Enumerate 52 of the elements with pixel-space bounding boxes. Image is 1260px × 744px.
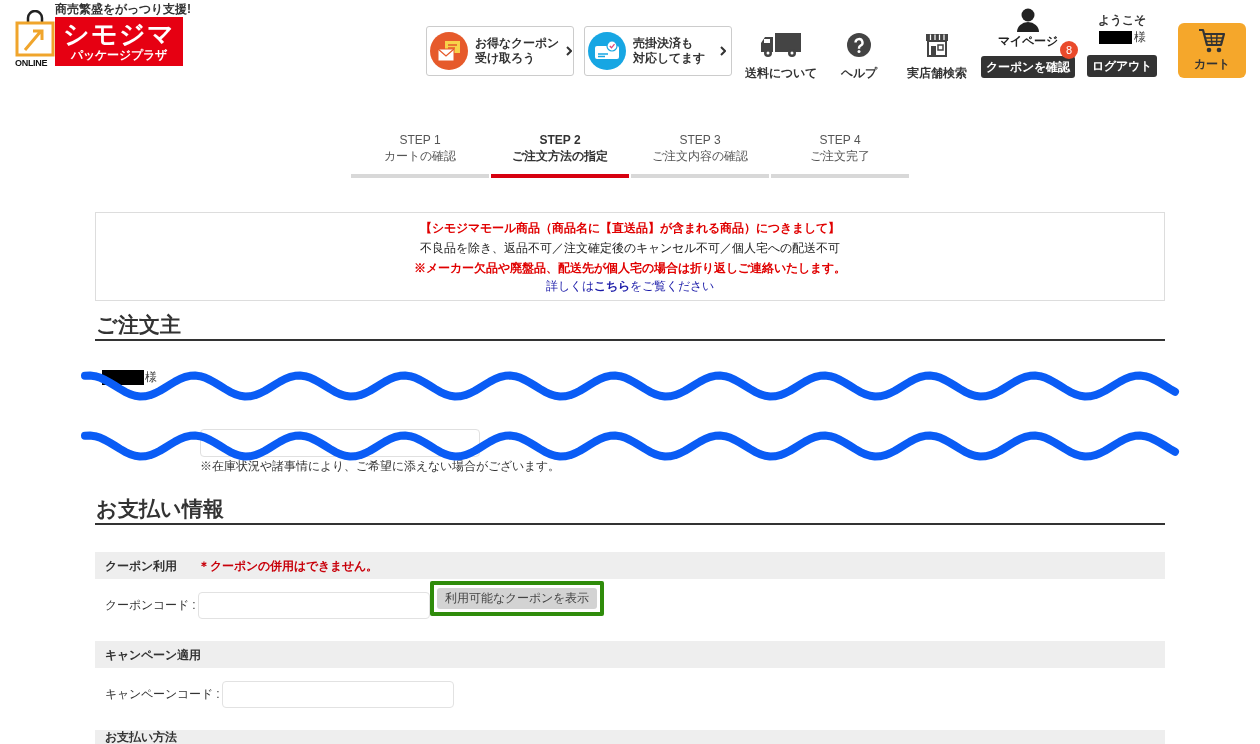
step-number: STEP 2: [539, 132, 581, 148]
show-coupons-button[interactable]: 利用可能なクーポンを表示: [436, 588, 597, 609]
field-label: クーポンコード :: [105, 597, 196, 614]
step-label: ご注文方法の指定: [512, 148, 608, 164]
tagline-text: 商売繁盛をがっつり支援!: [55, 2, 191, 16]
note-text: ※在庫状況や諸事情により、ご希望に添えない場合がございます。: [200, 459, 561, 473]
step-number: STEP 1: [399, 132, 441, 148]
cart-icon: [1198, 28, 1226, 54]
card-terminal-icon: [588, 32, 626, 70]
logo-banner[interactable]: シモジマ パッケージプラザ: [55, 17, 183, 66]
section-heading: お支払い情報: [95, 495, 1165, 525]
code-input-field[interactable]: [221, 681, 454, 708]
truck-icon: [761, 33, 801, 57]
notice-title: 【シモジマモール商品（商品名に【直送品】が含まれる商品）につきまして】: [420, 220, 840, 237]
section-title: お支払い方法: [105, 730, 177, 744]
promo-banner[interactable]: 売掛決済も 対応してます: [584, 26, 732, 76]
step-number: STEP 4: [819, 132, 861, 148]
coupon-check-button[interactable]: クーポンを確認: [981, 56, 1075, 78]
logo-text: ONLINE: [15, 58, 48, 68]
honorific-text: 様: [145, 369, 157, 385]
mypage-link[interactable]: マイページ: [998, 8, 1058, 48]
section-title: クーポン利用: [105, 558, 177, 573]
step-label: ご注文内容の確認: [652, 148, 748, 164]
storefront-icon: [925, 33, 949, 57]
chevron-right-icon: [720, 46, 726, 56]
shopping-bag-icon: [15, 10, 55, 57]
nav-link[interactable]: ヘルプ: [822, 33, 896, 80]
greeting-text: ようこそ: [1098, 13, 1146, 27]
envelope-coupon-icon: [430, 32, 468, 70]
cart-button[interactable]: カート: [1178, 23, 1246, 78]
logout-button[interactable]: ログアウト: [1087, 55, 1157, 77]
code-input-field[interactable]: [197, 592, 430, 619]
person-icon: [1016, 8, 1040, 32]
details-link[interactable]: 詳しくはこちらをご覧ください: [546, 278, 714, 294]
honorific-text: 様: [1133, 30, 1146, 44]
section-title: キャンペーン適用: [105, 647, 201, 662]
nav-link[interactable]: 実店舗検索: [900, 33, 974, 80]
step-number: STEP 3: [679, 132, 721, 148]
promo-banner[interactable]: お得なクーポン 受け取ろう: [426, 26, 574, 76]
help-icon: [847, 33, 871, 57]
step-label: ご注文完了: [810, 148, 870, 164]
chevron-right-icon: [566, 46, 572, 56]
field-label: キャンペーンコード :: [105, 686, 220, 703]
coupon-note: ＊クーポンの併用はできません。: [198, 558, 378, 573]
warning-text: ※メーカー欠品や廃盤品、配送先が個人宅の場合は折り返しご連絡いたします。: [414, 260, 846, 277]
count-badge: 8: [1060, 41, 1078, 59]
notice-text: 不良品を除き、返品不可／注文確定後のキャンセル不可／個人宅への配送不可: [420, 240, 840, 257]
brand-subname: パッケージプラザ: [71, 48, 167, 63]
brand-name: シモジマ: [63, 20, 175, 48]
section-heading: ご注文主: [95, 311, 1165, 341]
nav-link[interactable]: 送料について: [744, 33, 818, 80]
step-label: カートの確認: [384, 148, 456, 164]
